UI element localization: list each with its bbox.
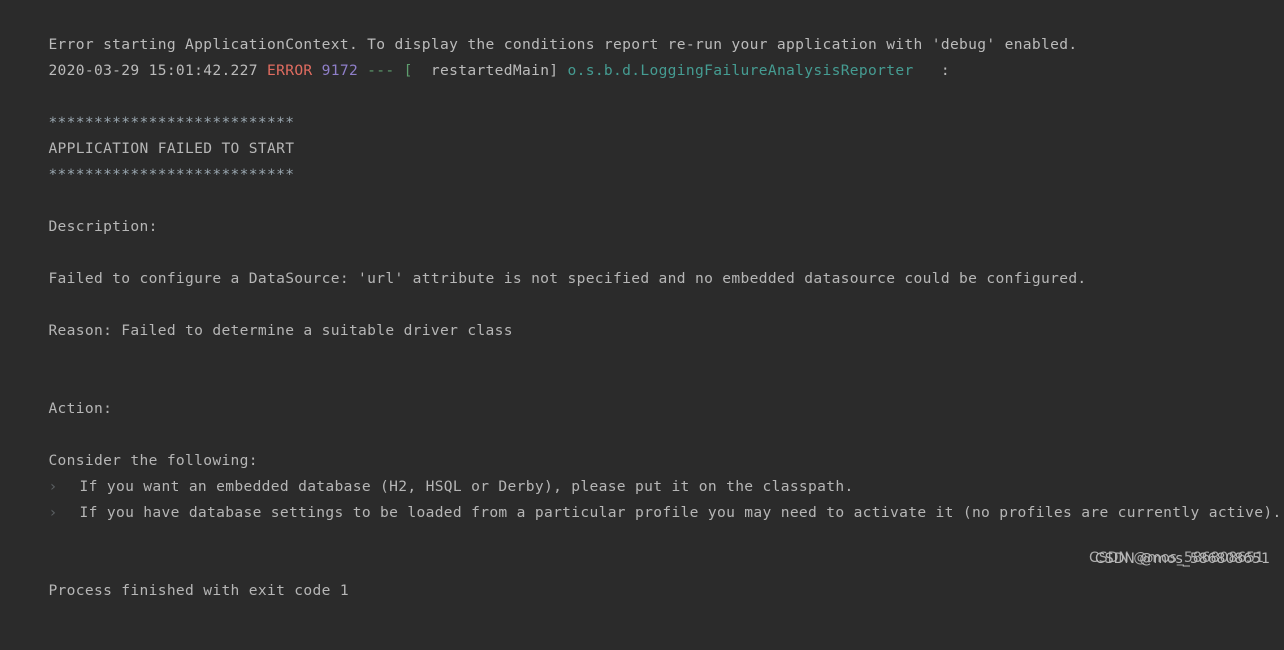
action-label: Action: (12, 370, 1284, 417)
banner-title-text: APPLICATION FAILED TO START (48, 140, 295, 157)
reason-line: Reason: Failed to determine a suitable d… (12, 292, 1284, 339)
error-context-text: Error starting ApplicationContext. To di… (48, 36, 1078, 53)
action-label-text: Action: (48, 400, 113, 417)
console-line-error-context: Error starting ApplicationContext. To di… (12, 6, 1284, 53)
banner-top-stars: *************************** (12, 84, 1284, 131)
log-colon: : (913, 62, 950, 79)
log-logger-name[interactable]: o.s.b.d.LoggingFailureAnalysisReporter (558, 62, 914, 79)
banner-top-stars-text: *************************** (48, 114, 295, 131)
bullet-text-2: If you have database settings to be load… (79, 504, 1282, 521)
description-label: Description: (12, 188, 1284, 235)
banner-bottom-stars-text: *************************** (48, 166, 295, 183)
description-body-text: Failed to configure a DataSource: 'url' … (48, 270, 1087, 287)
description-body: Failed to configure a DataSource: 'url' … (12, 240, 1284, 287)
console-output-panel[interactable]: Error starting ApplicationContext. To di… (0, 0, 1284, 599)
chevron-right-icon: › (48, 504, 58, 521)
description-label-text: Description: (48, 218, 158, 235)
chevron-right-icon: › (48, 478, 58, 495)
exit-code-text: Process finished with exit code 1 (48, 582, 349, 599)
log-thread-name: restartedMain] (412, 62, 559, 79)
consider-label-text: Consider the following: (48, 452, 258, 469)
reason-text: Reason: Failed to determine a suitable d… (48, 322, 513, 339)
log-separator: --- (358, 62, 404, 79)
log-pid: 9172 (312, 62, 359, 79)
bullet-text-1: If you want an embedded database (H2, HS… (79, 478, 854, 495)
log-timestamp: 2020-03-29 15:01:42.227 (48, 62, 267, 79)
exit-code-line: Process finished with exit code 1 (12, 552, 1284, 599)
log-bracket-open: [ (403, 62, 413, 79)
consider-label: Consider the following: (12, 422, 1284, 469)
log-level-badge: ERROR (267, 62, 313, 79)
